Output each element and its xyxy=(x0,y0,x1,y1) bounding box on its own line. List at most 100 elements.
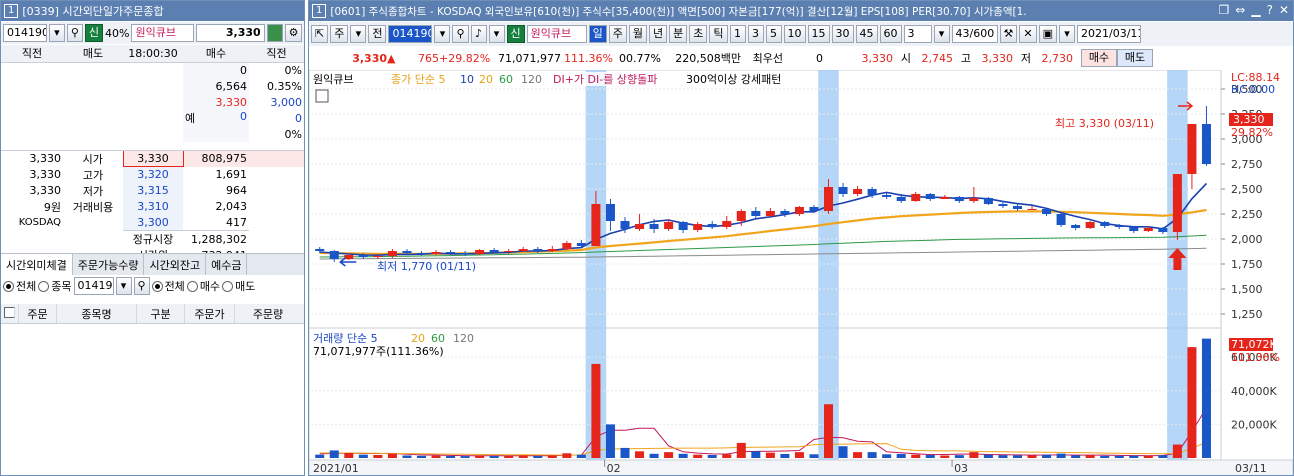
volume-bar[interactable] xyxy=(1085,455,1095,458)
volume-bar[interactable] xyxy=(896,453,906,458)
dropdown-icon[interactable]: ▾ xyxy=(434,25,451,43)
volume-bar[interactable] xyxy=(693,454,703,458)
period-year[interactable]: 년 xyxy=(649,25,668,43)
volume-bar[interactable] xyxy=(344,452,354,458)
radio-sell[interactable] xyxy=(222,280,234,292)
volume-bar[interactable] xyxy=(635,451,645,458)
volume-bar[interactable] xyxy=(998,455,1008,458)
info-price[interactable]: 3,310 xyxy=(123,198,183,215)
minute-45[interactable]: 45 xyxy=(855,25,878,43)
tab-after-hours-unfilled[interactable]: 시간외미체결 xyxy=(1,254,73,276)
restore-icon[interactable]: ❐ xyxy=(1219,3,1230,17)
volume-bar[interactable] xyxy=(402,455,412,458)
candle-body[interactable] xyxy=(853,189,863,194)
period-minute[interactable]: 분 xyxy=(669,25,688,43)
crosshair-icon[interactable]: ✕ xyxy=(1019,25,1037,43)
volume-bar[interactable] xyxy=(969,452,979,458)
volume-bar[interactable] xyxy=(736,442,746,458)
volume-bar[interactable] xyxy=(853,452,863,458)
candle-body[interactable] xyxy=(547,249,557,251)
help-icon[interactable]: ? xyxy=(1267,3,1273,17)
volume-bar[interactable] xyxy=(1027,455,1037,458)
volume-bar[interactable] xyxy=(1172,444,1182,458)
sell-button[interactable]: 매도 xyxy=(1117,49,1153,67)
gear-icon[interactable]: ⚙ xyxy=(284,24,302,42)
candle-body[interactable] xyxy=(780,211,790,214)
volume-bar[interactable] xyxy=(1201,338,1211,458)
volume-bar[interactable] xyxy=(446,455,456,458)
candle-body[interactable] xyxy=(736,211,746,221)
candle-body[interactable] xyxy=(358,255,368,257)
volume-bar[interactable] xyxy=(1100,455,1110,458)
volume-bar[interactable] xyxy=(373,454,383,458)
candle-body[interactable] xyxy=(896,197,906,201)
tab-deposit[interactable]: 예수금 xyxy=(206,254,248,276)
date-input[interactable]: 2021/03/11 xyxy=(1077,25,1142,43)
candle-body[interactable] xyxy=(387,251,397,256)
minute-3[interactable]: 3 xyxy=(747,25,764,43)
dropdown-icon[interactable]: ▾ xyxy=(115,277,132,295)
link-icon[interactable]: ⇔ xyxy=(1235,3,1245,17)
candle-body[interactable] xyxy=(649,224,659,229)
search-icon[interactable]: ⚲ xyxy=(133,277,150,295)
candle-body[interactable] xyxy=(1071,225,1081,228)
candle-body[interactable] xyxy=(1129,227,1139,231)
expand-icon[interactable]: ⇱ xyxy=(311,25,329,43)
minute-60[interactable]: 60 xyxy=(879,25,902,43)
stock-code-input[interactable]: 014190 xyxy=(3,24,47,42)
speaker-icon[interactable]: ♪ xyxy=(470,25,487,43)
volume-bar[interactable] xyxy=(649,453,659,458)
volume-bar[interactable] xyxy=(925,454,935,458)
volume-bar[interactable] xyxy=(1187,347,1197,458)
candle-body[interactable] xyxy=(635,224,645,229)
volume-bar[interactable] xyxy=(707,454,717,458)
candle-body[interactable] xyxy=(489,250,499,252)
candle-body[interactable] xyxy=(998,204,1008,206)
volume-bar[interactable] xyxy=(518,455,528,458)
volume-bar[interactable] xyxy=(882,454,892,458)
volume-bar[interactable] xyxy=(954,455,964,458)
candle-body[interactable] xyxy=(722,221,732,227)
candle-body[interactable] xyxy=(867,189,877,195)
candle-body[interactable] xyxy=(1012,206,1022,209)
close-icon[interactable]: ✕ xyxy=(1279,3,1289,17)
candle-body[interactable] xyxy=(751,211,761,216)
tools-icon[interactable]: ⚒ xyxy=(999,25,1018,43)
candle-body[interactable] xyxy=(373,256,383,257)
candle-body[interactable] xyxy=(824,187,834,211)
buy-button[interactable]: 매수 xyxy=(1081,49,1117,67)
volume-bar[interactable] xyxy=(329,450,339,458)
candle-body[interactable] xyxy=(576,243,586,246)
volume-bar[interactable] xyxy=(1143,455,1153,458)
volume-bar[interactable] xyxy=(1129,455,1139,458)
dropdown-icon[interactable]: ▾ xyxy=(933,25,950,43)
candle-body[interactable] xyxy=(591,204,601,246)
order-window-titlebar[interactable]: 1 [0339] 시간외단일가주문종합 xyxy=(1,1,304,21)
candle-body[interactable] xyxy=(431,252,441,254)
candle-body[interactable] xyxy=(809,207,819,211)
period-day[interactable]: 일 xyxy=(588,25,607,43)
minimize-icon[interactable]: ▁ xyxy=(1251,3,1260,17)
minute-30[interactable]: 30 xyxy=(831,25,854,43)
candle-body[interactable] xyxy=(1056,214,1066,225)
candle-body[interactable] xyxy=(838,187,848,194)
volume-bar[interactable] xyxy=(678,453,688,458)
filter-code-input[interactable]: 014190 xyxy=(73,277,114,295)
period-week[interactable]: 주 xyxy=(608,25,627,43)
market-select[interactable]: 주 xyxy=(330,25,349,43)
candle-body[interactable] xyxy=(882,195,892,197)
candle-body[interactable] xyxy=(911,194,921,201)
volume-bar[interactable] xyxy=(983,454,993,458)
dropdown-icon[interactable]: ▾ xyxy=(48,24,65,42)
volume-bar[interactable] xyxy=(620,447,630,458)
candle-body[interactable] xyxy=(460,253,470,254)
candle-body[interactable] xyxy=(1085,222,1095,228)
table-icon[interactable] xyxy=(315,89,329,103)
candle-body[interactable] xyxy=(983,198,993,204)
candle-body[interactable] xyxy=(707,224,717,227)
volume-bar[interactable] xyxy=(533,455,543,458)
volume-bar[interactable] xyxy=(475,455,485,458)
volume-bar[interactable] xyxy=(722,454,732,458)
volume-bar[interactable] xyxy=(504,455,514,458)
candle-body[interactable] xyxy=(678,222,688,230)
